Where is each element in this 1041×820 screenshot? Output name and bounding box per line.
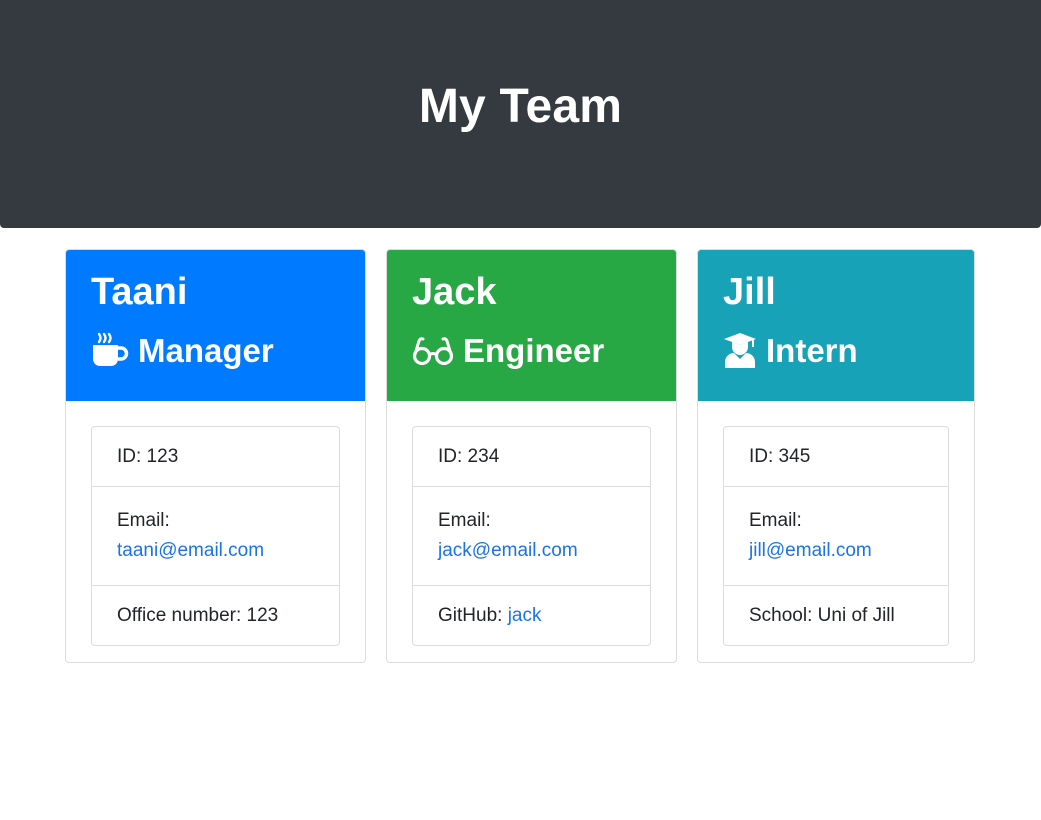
employee-card-manager: Taani Manager ID: 123 Email: taani@email… [65, 249, 366, 663]
graduate-icon [723, 331, 757, 369]
employee-details-list: ID: 234 Email: jack@email.com GitHub: ja… [412, 426, 651, 646]
employee-role-label: Engineer [463, 331, 605, 369]
employee-card-engineer: Jack Engineer ID: 234 Email: jack@email.… [386, 249, 677, 663]
employee-id: ID: 345 [749, 446, 811, 467]
employee-card-intern: Jill Intern ID: 345 Email: jill@email.co… [697, 249, 975, 663]
employee-name: Jill [723, 271, 776, 313]
card-header: Jack Engineer [387, 250, 676, 401]
card-header: Taani Manager [66, 250, 365, 401]
email-label: Email: [438, 510, 491, 531]
glasses-icon [412, 331, 454, 369]
employee-details-list: ID: 123 Email: taani@email.com Office nu… [91, 426, 340, 646]
employee-role: Engineer [412, 331, 676, 369]
employee-role: Intern [723, 331, 974, 369]
employee-email-row: Email: taani@email.com [92, 486, 339, 585]
github-label: GitHub: [438, 605, 508, 626]
github-row: GitHub: jack [413, 585, 650, 645]
employee-name: Jack [412, 271, 497, 313]
employee-role-label: Manager [138, 331, 274, 369]
email-link[interactable]: jill@email.com [749, 540, 872, 561]
coffee-mug-icon [91, 331, 129, 369]
employee-role-label: Intern [766, 331, 858, 369]
email-link[interactable]: taani@email.com [117, 540, 264, 561]
card-header: Jill Intern [698, 250, 974, 401]
employee-email-row: Email: jack@email.com [413, 486, 650, 585]
email-label: Email: [749, 510, 802, 531]
employee-id: ID: 234 [438, 446, 500, 467]
school: School: Uni of Jill [724, 585, 948, 645]
employee-email-row: Email: jill@email.com [724, 486, 948, 585]
employee-role: Manager [91, 331, 365, 369]
employee-id: ID: 123 [117, 446, 179, 467]
office-number: Office number: 123 [92, 585, 339, 645]
page-title: My Team [418, 79, 623, 133]
email-label: Email: [117, 510, 170, 531]
employee-name: Taani [91, 271, 188, 313]
email-link[interactable]: jack@email.com [438, 540, 578, 561]
header-banner: My Team [0, 0, 1041, 228]
employee-details-list: ID: 345 Email: jill@email.com School: Un… [723, 426, 949, 646]
github-link[interactable]: jack [508, 605, 542, 626]
